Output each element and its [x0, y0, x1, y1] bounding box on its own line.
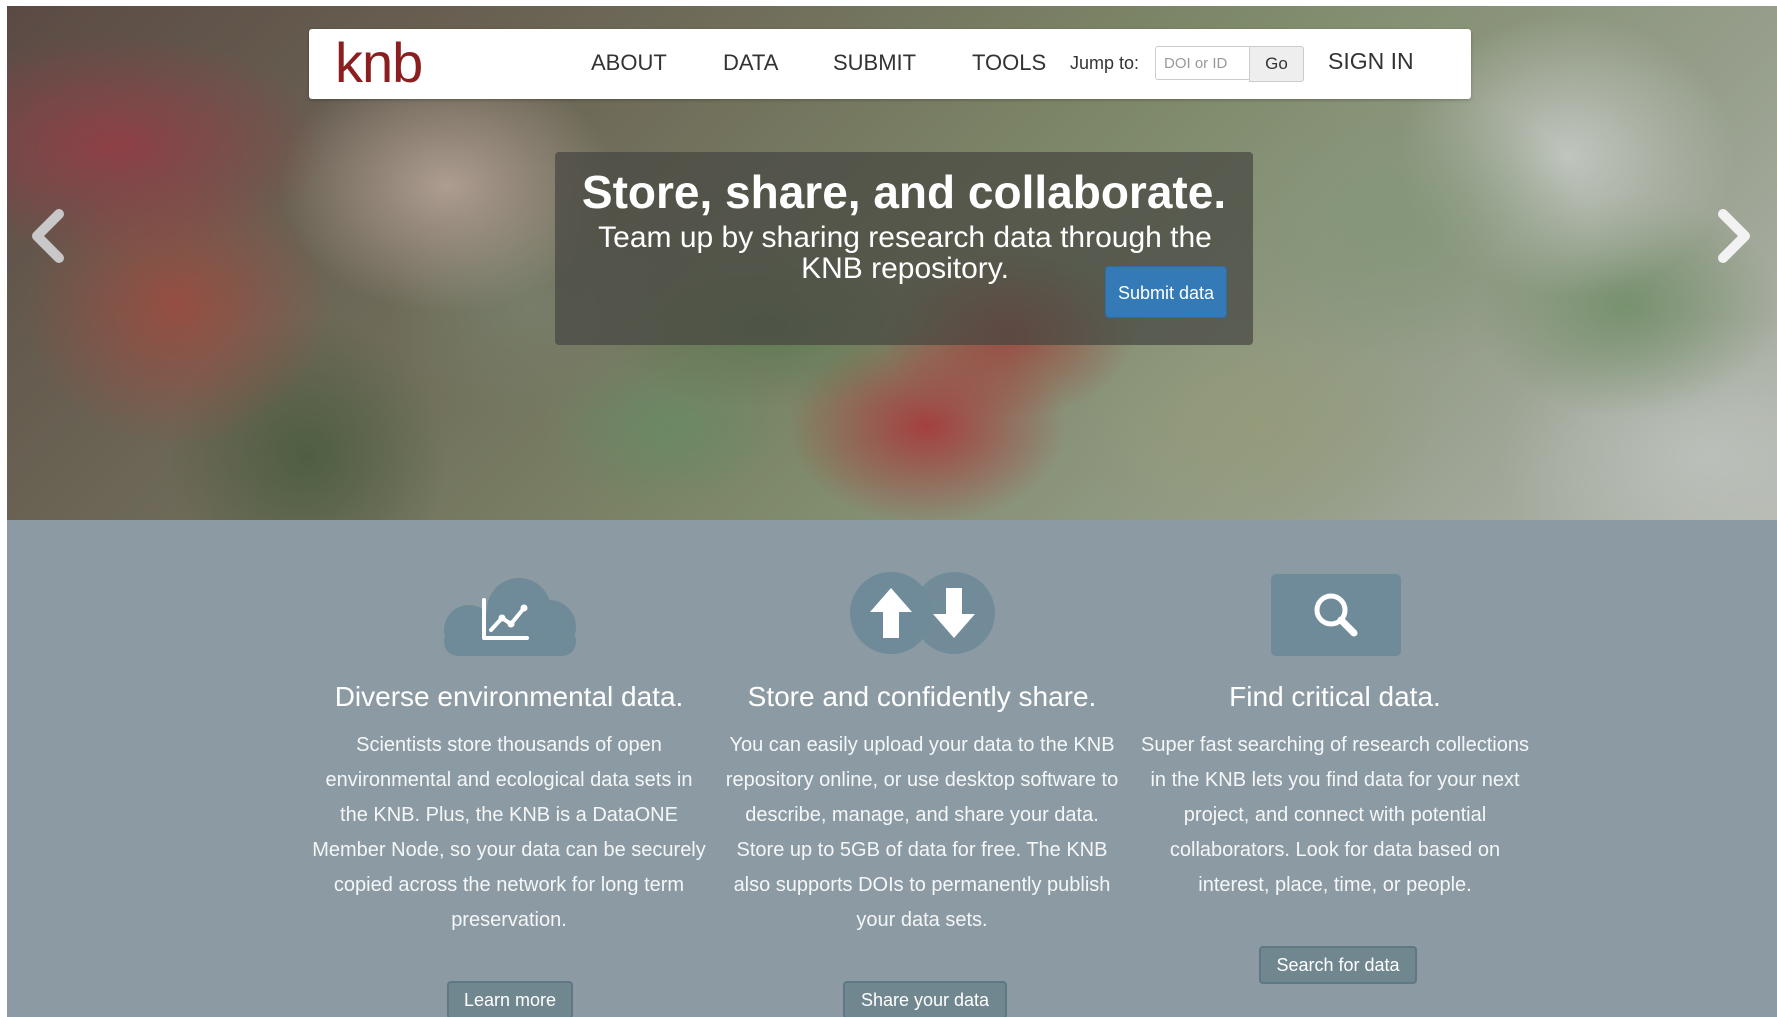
- submit-data-button[interactable]: Submit data: [1105, 266, 1227, 318]
- feature-text: You can easily upload your data to the K…: [725, 734, 1119, 931]
- feature-title: Find critical data.: [1229, 681, 1441, 712]
- nav-about[interactable]: ABOUT: [591, 49, 667, 77]
- feature-title: Diverse environmental data.: [334, 681, 684, 712]
- cloud-chart-icon: [309, 572, 709, 658]
- navbar: knb ABOUT DATA SUBMIT TOOLS Jump to: Go …: [309, 29, 1471, 99]
- hero-carousel: knb ABOUT DATA SUBMIT TOOLS Jump to: Go …: [7, 6, 1777, 520]
- sign-in-link[interactable]: SIGN IN: [1328, 48, 1414, 75]
- carousel-prev-icon[interactable]: [29, 206, 69, 266]
- go-button[interactable]: Go: [1249, 46, 1304, 82]
- share-your-data-button[interactable]: Share your data: [843, 981, 1007, 1017]
- doi-search-input[interactable]: [1155, 46, 1250, 80]
- carousel-next-icon[interactable]: [1713, 206, 1753, 266]
- jump-to-label: Jump to:: [1070, 53, 1140, 73]
- hero-caption: Store, share, and collaborate. Team up b…: [555, 152, 1253, 345]
- nav-data[interactable]: DATA: [723, 49, 778, 77]
- learn-more-button[interactable]: Learn more: [447, 981, 573, 1017]
- knb-logo[interactable]: knb: [335, 33, 423, 93]
- feature-text: Super fast searching of research collect…: [1141, 734, 1529, 896]
- search-icon: [1135, 572, 1535, 658]
- search-for-data-button[interactable]: Search for data: [1259, 946, 1417, 984]
- hero-title: Store, share, and collaborate.: [581, 166, 1227, 218]
- upload-download-icon: [722, 572, 1122, 658]
- features-section: Diverse environmental data. Scientists s…: [7, 520, 1777, 1017]
- feature-text: Scientists store thousands of open envir…: [312, 734, 706, 931]
- nav-tools[interactable]: TOOLS: [972, 49, 1046, 77]
- nav-submit[interactable]: SUBMIT: [833, 49, 916, 77]
- page-frame: knb ABOUT DATA SUBMIT TOOLS Jump to: Go …: [7, 6, 1777, 1017]
- feature-title: Store and confidently share.: [747, 681, 1097, 712]
